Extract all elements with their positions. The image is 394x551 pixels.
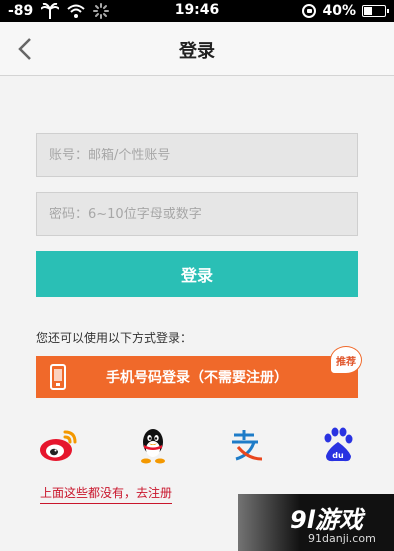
palm-tree-icon [41, 3, 60, 19]
account-input[interactable] [49, 147, 279, 163]
signal-strength: -89 [8, 3, 34, 19]
page-title: 登录 [179, 41, 215, 62]
status-bar: -89 19:46 40% [0, 0, 394, 22]
password-input[interactable] [49, 206, 279, 222]
alipay-icon[interactable] [228, 425, 268, 465]
svg-text:du: du [332, 451, 344, 460]
wifi-icon [67, 4, 85, 18]
phone-login-button[interactable]: 手机号码登录（不需要注册） [36, 356, 358, 398]
rotation-lock-icon [302, 4, 317, 18]
status-right: 40% [302, 3, 389, 19]
battery-percent: 40% [322, 3, 356, 19]
loading-spinner-icon [93, 3, 110, 19]
watermark-url: 91danji.com [308, 532, 376, 545]
register-link[interactable]: 上面这些都没有，去注册 [40, 484, 173, 504]
watermark-logo: 9l游戏 [290, 506, 363, 534]
nav-bar: 登录 [0, 22, 394, 76]
alternative-login-hint: 您还可以使用以下方式登录： [36, 331, 193, 345]
account-field[interactable] [36, 133, 358, 177]
qq-icon[interactable] [133, 425, 173, 465]
battery-icon [362, 5, 389, 17]
site-watermark: 9l游戏 91danji.com [238, 494, 394, 551]
login-button[interactable]: 登录 [36, 251, 358, 297]
password-field[interactable] [36, 192, 358, 236]
recommend-badge: 推荐 [330, 346, 362, 374]
phone-login-label: 手机号码登录（不需要注册） [106, 370, 288, 386]
battery-fill [364, 7, 372, 15]
weibo-icon[interactable] [38, 425, 78, 465]
mobile-phone-icon [50, 364, 66, 390]
status-left: -89 [8, 3, 110, 19]
baidu-icon[interactable]: du [318, 425, 358, 465]
